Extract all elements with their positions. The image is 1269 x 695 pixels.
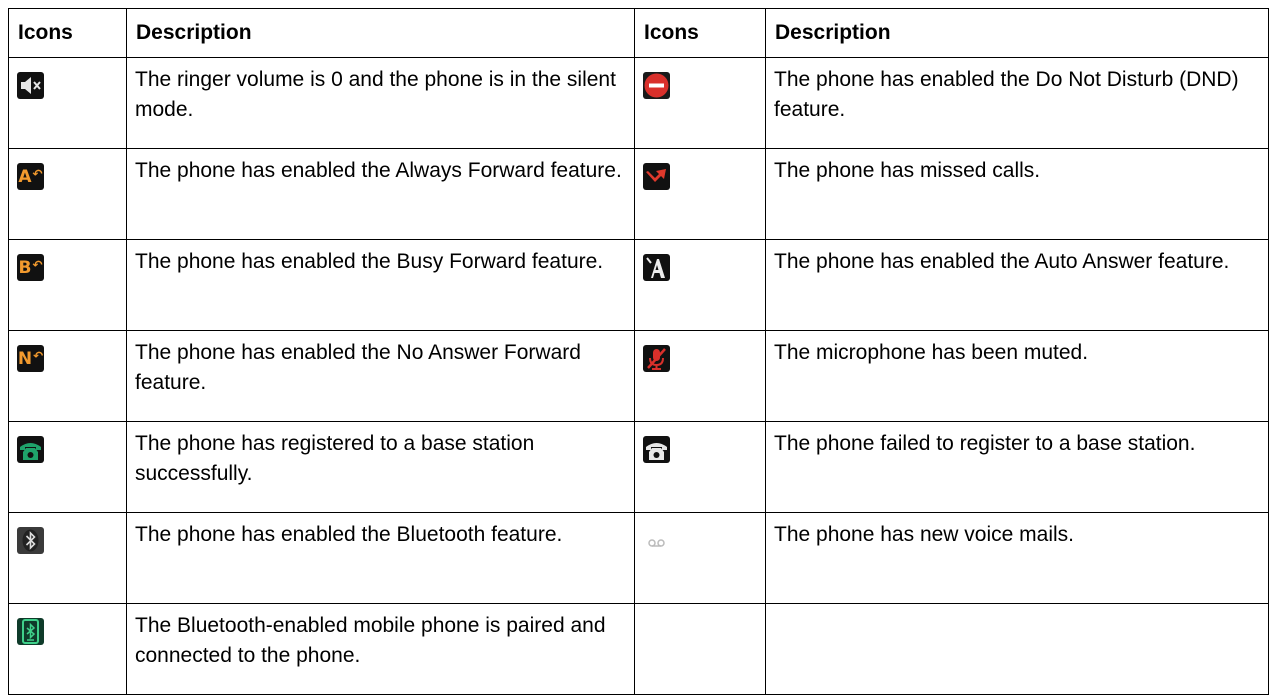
row-4-left-desc: The phone has enabled the No Answer Forw… [126,330,635,422]
forward-letter: A [18,166,32,187]
row-4-right-desc: The microphone has been muted. [765,330,1269,422]
table-row: The phone has registered to a base stati… [8,421,1269,513]
auto-answer-icon [643,254,670,281]
row-6-left-desc: The phone has enabled the Bluetooth feat… [126,512,635,604]
table-row: The phone has enabled the Bluetooth feat… [8,512,1269,604]
row-3-right-desc: The phone has enabled the Auto Answer fe… [765,239,1269,331]
header-icons-2: Icons [634,8,766,58]
row-6-right-desc: The phone has new voice mails. [765,512,1269,604]
voicemail-icon [643,527,670,554]
table-row: The Bluetooth-enabled mobile phone is pa… [8,603,1269,695]
row-5-left-desc: The phone has registered to a base stati… [126,421,635,513]
phone-registered-icon [17,436,44,463]
always-forward-icon: A ↶ [17,163,44,190]
row-7-right-desc [765,603,1269,695]
icons-table: Icons Description Icons Description The … [8,8,1269,695]
header-description: Description [126,8,635,58]
forward-letter: B [18,257,32,278]
table-row: A ↶ The phone has enabled the Always Forw… [8,148,1269,240]
bluetooth-icon [17,527,44,554]
phone-register-failed-icon [643,436,670,463]
row-2-left-desc: The phone has enabled the Always Forward… [126,148,635,240]
header-icons: Icons [8,8,127,58]
row-1-left-desc: The ringer volume is 0 and the phone is … [126,57,635,149]
header-description-2: Description [765,8,1269,58]
table-row: The ringer volume is 0 and the phone is … [8,57,1269,149]
busy-forward-icon: B ↶ [17,254,44,281]
row-2-right-desc: The phone has missed calls. [765,148,1269,240]
do-not-disturb-icon [643,72,670,99]
row-5-right-desc: The phone failed to register to a base s… [765,421,1269,513]
microphone-muted-icon [643,345,670,372]
row-7-right-icon-empty [634,603,766,695]
table-row: B ↶ The phone has enabled the Busy Forwar… [8,239,1269,331]
forward-letter: N [17,348,33,369]
row-7-left-desc: The Bluetooth-enabled mobile phone is pa… [126,603,635,695]
row-1-right-desc: The phone has enabled the Do Not Disturb… [765,57,1269,149]
speaker-mute-icon [17,72,44,99]
missed-call-icon [643,163,670,190]
row-3-left-desc: The phone has enabled the Busy Forward f… [126,239,635,331]
table-row: N ↶ The phone has enabled the No Answer F… [8,330,1269,422]
no-answer-forward-icon: N ↶ [17,345,44,372]
bluetooth-mobile-paired-icon [17,618,44,645]
header-row: Icons Description Icons Description [8,8,1269,58]
